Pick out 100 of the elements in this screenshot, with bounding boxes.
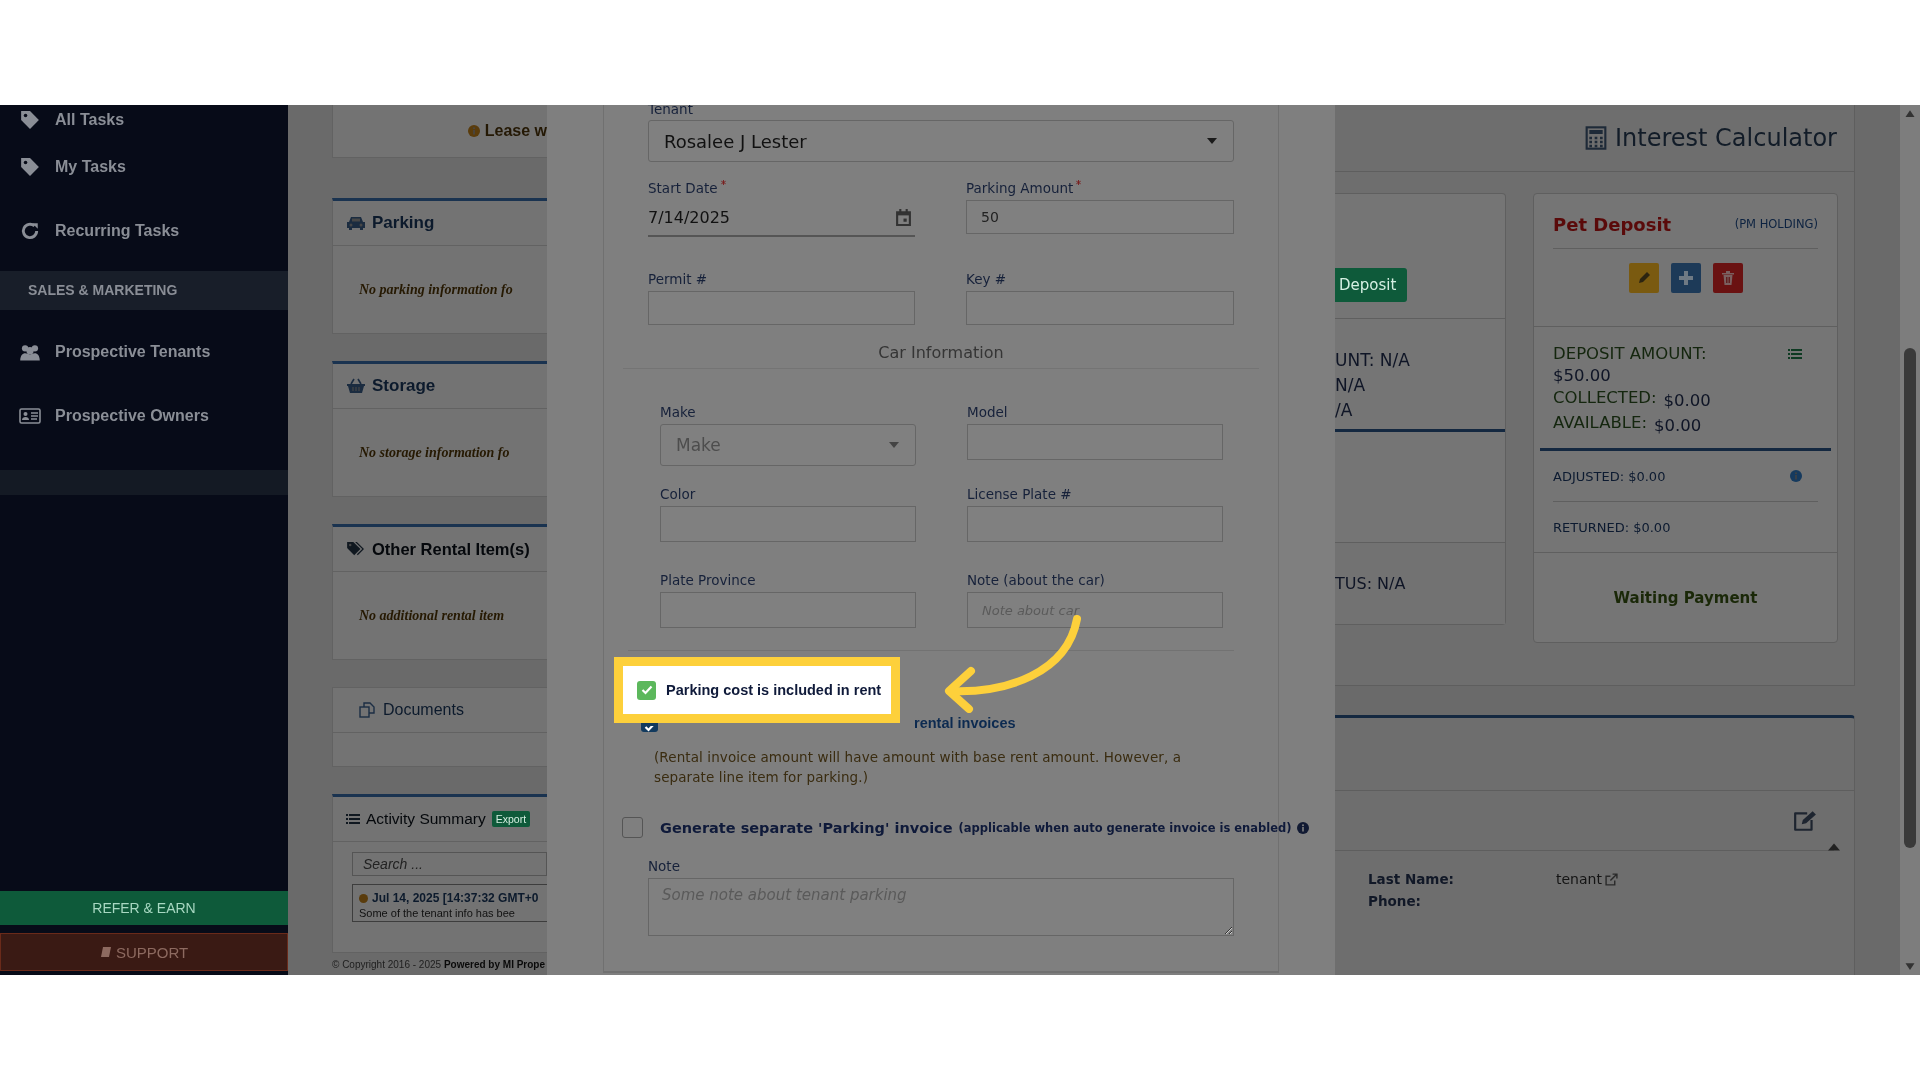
input-field[interactable] — [967, 424, 1223, 460]
field-label: Color — [660, 486, 697, 502]
adjusted-text: ADJUSTED: $0.00 — [1553, 468, 1666, 484]
input-field[interactable] — [660, 506, 916, 542]
field-label: Note — [648, 858, 681, 874]
status-text: TUS: N/A — [1335, 574, 1406, 593]
tenant-link[interactable]: tenant — [1556, 871, 1602, 887]
calculator-icon — [1585, 126, 1607, 150]
scroll-down-icon[interactable] — [1904, 962, 1916, 971]
amount-value: $50.00 — [1553, 365, 1612, 387]
info-icon — [1790, 470, 1802, 482]
scroll-up-icon[interactable] — [1904, 109, 1916, 118]
tags-icon — [346, 541, 366, 557]
empty-message: No additional rental item — [359, 607, 505, 624]
section-title: Car Information — [623, 343, 1259, 369]
book-icon — [99, 946, 112, 958]
check-icon — [640, 685, 653, 695]
car-icon — [346, 215, 366, 231]
empty-message: No storage information fo — [359, 444, 510, 461]
sidebar-item[interactable]: Prospective Tenants — [0, 320, 288, 384]
copyright-text: © Copyright 2016 - 2025 Powered by MI Prope — [332, 959, 547, 970]
refresh-icon — [19, 221, 41, 241]
panel-title: Parking — [372, 213, 435, 233]
people-icon — [19, 342, 41, 362]
trash-icon — [1720, 271, 1735, 285]
delete-button[interactable] — [1712, 263, 1743, 293]
field-label: Model — [967, 404, 1009, 420]
amount-label: COLLECTED: — [1553, 388, 1657, 409]
panel-title: Other Rental Item(s) — [372, 539, 530, 559]
calendar-icon[interactable] — [896, 209, 911, 226]
input-field[interactable]: 50 — [966, 200, 1234, 234]
field-label: License Plate # — [967, 486, 1073, 502]
input-field[interactable] — [966, 291, 1234, 325]
input-field[interactable] — [660, 592, 916, 628]
field-label: Permit # — [648, 271, 709, 287]
sidebar-item[interactable]: All Tasks — [0, 105, 288, 135]
status-text: Waiting Payment — [1613, 588, 1758, 607]
amount-value: $0.00 — [1654, 415, 1702, 437]
amount-text: UNT: N/A — [1335, 349, 1411, 372]
field-label: Plate Province — [660, 572, 757, 588]
support-button[interactable]: SUPPORT — [0, 933, 288, 971]
date-field[interactable]: 7/14/2025 — [648, 200, 915, 237]
hint-text: (Rental invoice amount will have amount with base rent amount. However, a separate line item for parking.) — [654, 748, 1183, 787]
search-field[interactable]: Search ... — [352, 852, 547, 876]
info-icon — [1297, 821, 1310, 834]
card-title: Pet Deposit — [1553, 213, 1672, 235]
entry-text: Some of the tenant info has bee — [359, 907, 516, 919]
amount-text: /A — [1335, 399, 1354, 422]
amount-label: AVAILABLE: — [1553, 413, 1647, 434]
field-label: Phone: — [1368, 893, 1422, 909]
field-label: Key # — [966, 271, 1008, 287]
empty-message: No parking information fo — [359, 281, 513, 298]
export-button[interactable]: Export — [491, 811, 531, 827]
deposit-button[interactable]: Deposit — [1335, 268, 1407, 302]
sidebar-item[interactable]: Prospective Owners — [0, 384, 288, 448]
checkbox[interactable] — [637, 680, 656, 700]
field-label: Last Name: — [1368, 871, 1455, 887]
list-icon — [346, 813, 360, 825]
input-field[interactable] — [967, 506, 1223, 542]
status-dot — [359, 893, 368, 903]
edit-button[interactable] — [1628, 263, 1659, 293]
tenant-dropdown[interactable]: Rosalee J Lester — [648, 120, 1234, 162]
checkbox-label[interactable]: Generate separate 'Parking' invoice — [660, 819, 953, 836]
tag-icon — [19, 157, 41, 177]
add-button[interactable] — [1670, 263, 1701, 293]
checkbox[interactable] — [641, 723, 658, 732]
checkbox-label[interactable]: Parking cost is included in rent — [666, 682, 882, 698]
caret-down-icon — [1207, 138, 1217, 144]
returned-text: RETURNED: $0.00 — [1553, 519, 1671, 535]
caret-down-icon — [889, 442, 899, 448]
section-header: SALES & MARKETING — [0, 271, 288, 310]
panel-title: Storage — [372, 376, 436, 396]
copy-icon — [357, 702, 377, 718]
caret-up-icon[interactable] — [1828, 843, 1840, 851]
note-text: (applicable when auto generate invoice is enabled) — [958, 820, 1292, 835]
panel-title: Documents — [383, 701, 464, 719]
plus-icon — [1678, 271, 1693, 285]
sidebar-item[interactable]: Recurring Tasks — [0, 199, 288, 263]
field-label: Note (about the car) — [967, 572, 1106, 588]
pencil-icon — [1636, 271, 1651, 285]
refer-button[interactable]: REFER & EARN — [0, 891, 288, 925]
amount-label: DEPOSIT AMOUNT: — [1553, 344, 1707, 363]
basket-icon — [346, 378, 366, 394]
field-label: Make — [660, 404, 697, 420]
field-label: Start Date — [648, 180, 718, 196]
edit-icon[interactable] — [1793, 809, 1817, 832]
id-card-icon — [19, 406, 41, 426]
scrollbar[interactable] — [1900, 105, 1920, 975]
amount-value: $0.00 — [1663, 390, 1711, 412]
list-icon[interactable] — [1788, 347, 1802, 360]
input-field[interactable] — [648, 291, 915, 325]
info-icon — [467, 125, 480, 137]
external-link-icon[interactable] — [1604, 872, 1618, 886]
check-icon — [643, 726, 656, 732]
tag-icon — [19, 110, 41, 130]
holding-label: (PM HOLDING) — [1734, 217, 1818, 231]
interest-calculator-link[interactable]: Interest Calculator — [1585, 124, 1837, 152]
checkbox-label[interactable]: rental invoices — [914, 715, 1016, 731]
checkbox[interactable] — [622, 817, 643, 838]
sidebar-item[interactable]: My Tasks — [0, 135, 288, 199]
